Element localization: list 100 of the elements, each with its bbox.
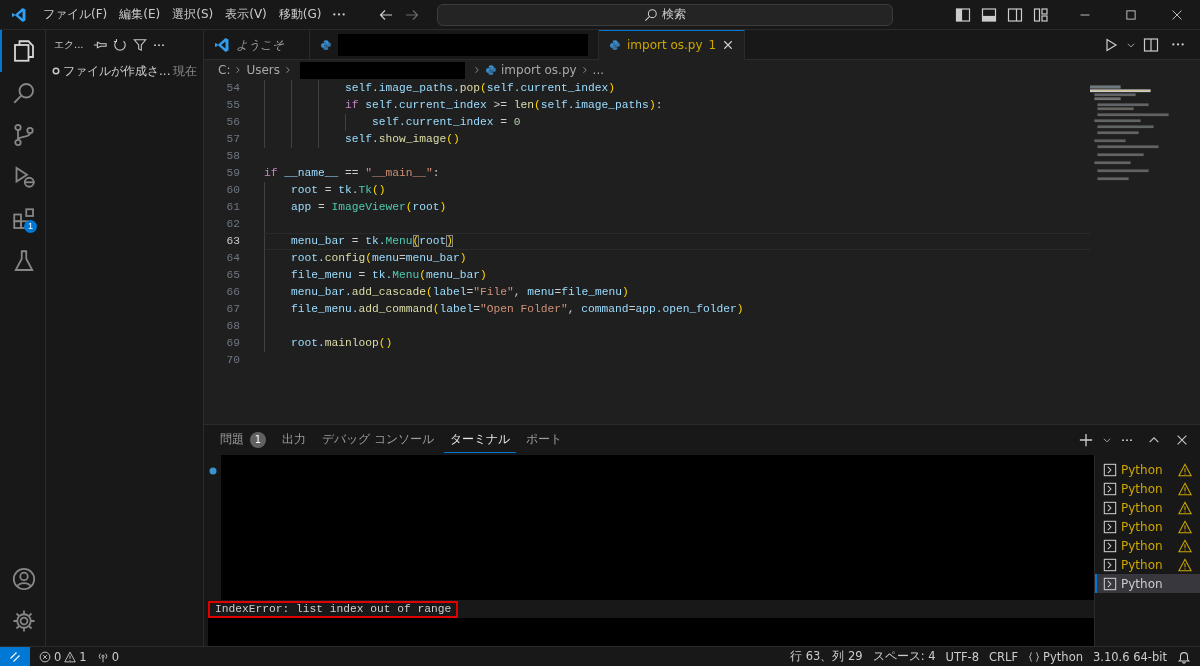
interpreter-version[interactable]: 3.10.6 64-bit [1087,649,1172,664]
sidebar-title: エク... [54,38,84,52]
breadcrumb-item[interactable]: import os.py [485,63,577,77]
menu-item[interactable]: 選択(S) [166,3,220,26]
breadcrumb-item[interactable]: Users [246,63,281,77]
extensions-icon [11,207,36,231]
search-icon [11,81,36,105]
chevron-down-icon [1102,435,1112,445]
split-layout-icon [1007,6,1023,23]
line-number: 69 [225,336,240,351]
indentation-setting[interactable]: スペース: 4 [867,649,941,664]
braces-icon [1028,650,1041,663]
warning-icon [1178,462,1192,477]
problems-button[interactable]: 0 1 [34,649,92,664]
line-number: 66 [225,285,240,300]
terminal-item[interactable]: Python [1095,517,1200,536]
panel-tab[interactable]: ターミナル [443,427,516,453]
panel-tab[interactable]: 出力 [276,427,312,453]
line-number: 56 [225,115,240,130]
code-line: app = ImageViewer(root) [291,200,447,215]
terminal-icon [1103,481,1117,496]
terminal-item[interactable]: Python [1095,574,1200,593]
encoding-setting[interactable]: UTF-8 [940,649,985,664]
files-icon [11,39,36,63]
line-number: 59 [225,166,240,181]
editor-tab[interactable]: import os.py 1 [599,30,746,60]
terminal-item[interactable]: Python [1095,536,1200,555]
panel-tab[interactable]: 問題 1 [214,427,272,453]
close-icon [722,39,735,51]
code-line: menu_bar.add_cascade(label="File", menu=file_menu) [291,285,629,300]
terminal-icon [1103,519,1117,534]
code-line: if __name__ == "__main__": [264,166,440,181]
warning-icon [1178,538,1192,553]
line-number: 55 [225,98,240,113]
menu-item[interactable]: 表示(V) [219,3,273,26]
line-number: 63 [225,234,240,249]
ports-button[interactable]: 0 [91,649,124,664]
split-editor-icon [1143,36,1159,53]
line-number: 54 [225,81,240,96]
circle-icon [52,67,60,75]
terminal-icon [1103,462,1117,477]
status-dot-icon [208,467,217,475]
breadcrumb-item[interactable]: C: [218,63,231,77]
python-icon [609,39,621,51]
terminal-item[interactable]: Python [1095,460,1200,479]
terminal-icon [1103,538,1117,553]
plus-icon [1079,433,1093,447]
terminal-item[interactable]: Python [1095,479,1200,498]
line-number: 67 [225,302,240,317]
language-mode[interactable]: Python [1023,649,1088,664]
close-icon [1171,8,1183,21]
terminal-item[interactable]: Python [1095,555,1200,574]
code-line: root = tk.Tk() [291,183,386,198]
code-line: file_menu = tk.Menu(menu_bar) [291,268,487,283]
panel-tab[interactable]: デバッグ コンソール [316,427,440,453]
search-field[interactable]: 検索 [437,3,894,26]
panel-tab[interactable]: ポート [519,427,568,453]
code-editor-logo-icon [214,37,230,53]
terminal-icon [1103,576,1117,591]
filter-icon [132,38,147,52]
maximize-icon [1125,8,1137,21]
editor-tab[interactable]: ようこそ [204,30,310,60]
code-line: self.current_index = 0 [372,115,521,130]
line-ending-setting[interactable]: CRLF [984,649,1024,664]
play-icon [1103,36,1119,53]
layout-icon [1033,6,1049,23]
line-number: 60 [225,183,240,198]
warning-icon [1178,500,1192,515]
python-icon [485,64,498,76]
activity-bar-item[interactable]: 1 [0,198,45,240]
cursor-position[interactable]: 行 63、列 29 [785,649,868,664]
close-icon [1175,433,1189,447]
timeline-item[interactable]: ファイルが作成さ... [63,62,171,80]
dropdown-button[interactable] [1102,435,1112,445]
breadcrumb-item[interactable]: ... [592,63,605,77]
menu-item[interactable]: ファイル(F) [37,3,114,26]
terminal-output: IndexError: list index out of range [208,601,459,618]
more-icon [1171,43,1185,46]
error-icon [39,650,51,663]
warning-icon [64,650,77,663]
code-line: file_menu.add_command(label="Open Folder", command=app.open_folder) [291,302,744,317]
code-line: root.mainloop() [291,336,393,351]
more-icon [152,43,165,47]
terminal-item[interactable]: Python [1095,498,1200,517]
line-number: 58 [225,149,240,164]
account-icon [11,567,36,591]
sidebar-layout-icon [955,6,971,23]
timestamp: 現在 [173,62,198,80]
more-icon [1121,438,1133,442]
menu-item[interactable]: 編集(E) [113,3,167,26]
warning-icon [1178,519,1192,534]
count-badge: 1 [250,431,266,448]
remote-icon [9,650,21,663]
menu-item[interactable]: 移動(G) [272,3,328,26]
terminal-icon [1103,557,1117,572]
source-control-icon [11,123,36,147]
code-line: self.show_image() [345,132,460,147]
search-icon [644,7,659,22]
line-number: 65 [225,268,240,283]
code-line: if self.current_index >= len(self.image_paths): [345,98,663,113]
